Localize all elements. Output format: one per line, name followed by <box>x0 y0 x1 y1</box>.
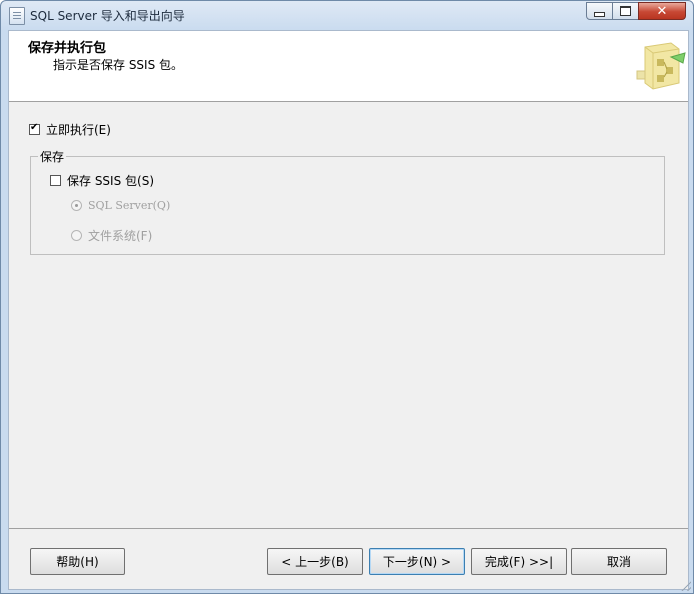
minimize-icon <box>594 11 605 17</box>
run-immediately-option[interactable]: 立即执行(E) <box>29 121 111 138</box>
window-title: SQL Server 导入和导出向导 <box>30 9 185 23</box>
wizard-header: 保存并执行包 指示是否保存 SSIS 包。 <box>9 31 688 102</box>
save-package-checkbox[interactable] <box>50 175 61 186</box>
wizard-window: SQL Server 导入和导出向导 ✕ 保存并执行包 指示是否保存 SSIS … <box>0 0 694 594</box>
sql-server-option[interactable]: SQL Server(Q) <box>71 199 170 212</box>
close-icon: ✕ <box>656 3 668 19</box>
next-button[interactable]: 下一步(N) > <box>369 548 465 575</box>
save-groupbox: 保存 保存 SSIS 包(S) SQL Server(Q) 文件系统(F) <box>30 148 665 255</box>
maximize-button[interactable] <box>612 2 639 20</box>
help-button[interactable]: 帮助(H) <box>30 548 125 575</box>
close-button[interactable]: ✕ <box>638 2 686 20</box>
file-system-radio[interactable] <box>71 230 82 241</box>
sql-server-radio[interactable] <box>71 200 82 211</box>
wizard-client-area: 保存并执行包 指示是否保存 SSIS 包。 立即执行(E) 保存 <box>8 30 689 590</box>
save-group-legend: 保存 <box>38 148 67 165</box>
cancel-button[interactable]: 取消 <box>571 548 667 575</box>
run-immediately-label: 立即执行(E) <box>46 123 111 137</box>
title-bar[interactable]: SQL Server 导入和导出向导 ✕ <box>1 1 693 29</box>
app-icon <box>9 7 25 25</box>
finish-button[interactable]: 完成(F) >>| <box>471 548 567 575</box>
save-package-option[interactable]: 保存 SSIS 包(S) <box>50 172 154 189</box>
button-area-separator <box>9 528 688 529</box>
page-title: 保存并执行包 <box>28 41 107 56</box>
file-system-label: 文件系统(F) <box>88 229 153 243</box>
sql-server-label: SQL Server(Q) <box>88 199 171 212</box>
minimize-button[interactable] <box>586 2 613 20</box>
file-system-option[interactable]: 文件系统(F) <box>71 227 152 244</box>
save-package-label: 保存 SSIS 包(S) <box>67 174 155 188</box>
run-immediately-checkbox[interactable] <box>29 122 40 135</box>
maximize-icon <box>620 6 631 16</box>
page-subtitle: 指示是否保存 SSIS 包。 <box>53 58 184 72</box>
back-button[interactable]: < 上一步(B) <box>267 548 363 575</box>
wizard-package-icon <box>631 37 687 97</box>
